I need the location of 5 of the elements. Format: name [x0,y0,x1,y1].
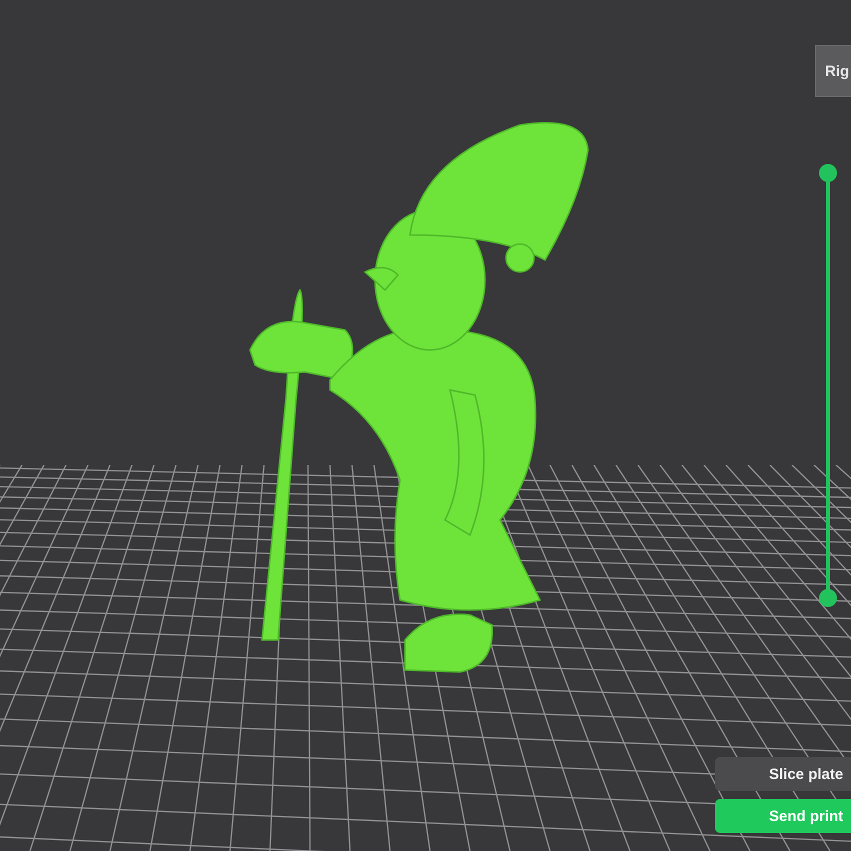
upper-layer-handle[interactable] [819,164,837,182]
view-cube[interactable]: Rig [815,45,851,97]
view-cube-label: Rig [825,62,850,80]
slice-button[interactable]: Slice plate [715,757,851,791]
lower-layer-handle[interactable] [819,589,837,607]
